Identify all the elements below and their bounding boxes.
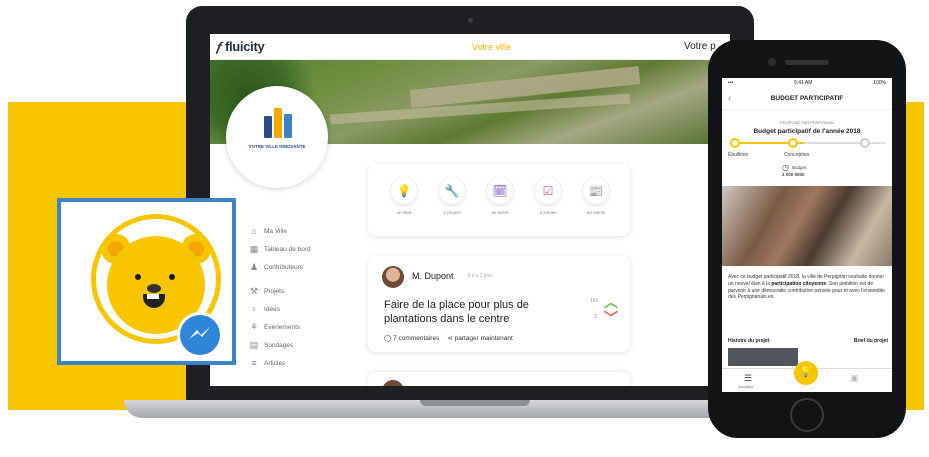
city-selector[interactable]: Votre ville <box>472 42 511 52</box>
brief-link[interactable]: Brief du projet <box>854 338 888 344</box>
bear-left-eye <box>135 274 141 280</box>
article-icon: 📰 <box>583 178 609 204</box>
event-icon: 🗓 <box>487 178 513 204</box>
post-timestamp: il y a 1 jour <box>468 273 493 279</box>
create-actions-card: 💡 an idea 🔧 a project 🗓 an event ☑ a survey … <box>368 164 630 236</box>
house-icon: ⌂ <box>251 226 257 236</box>
downvote-count: 3 <box>594 314 597 320</box>
sidebar-item-articles[interactable]: ≡ Articles <box>248 354 338 372</box>
laptop-notch <box>420 400 530 406</box>
profile-link[interactable]: Votre p <box>684 41 716 52</box>
article-icon: ≡ <box>251 358 257 368</box>
project-title: Budget participatif de l'année 2018 <box>753 128 861 135</box>
post-actions: ◯ 7 commentaires ⋖ partager maintenant <box>384 334 513 342</box>
sidebar-item-contributors[interactable]: ♟ Contributeurs <box>248 258 338 276</box>
sidebar-item-ideas[interactable]: ♀ Idées <box>248 300 338 318</box>
share-icon: ⋖ <box>447 335 453 342</box>
project-photo <box>722 186 892 266</box>
avatar[interactable] <box>382 266 404 288</box>
comments-button[interactable]: ◯ 7 commentaires <box>384 334 439 342</box>
bear-tooth <box>147 294 159 299</box>
sidebar: ⌂ Ma Ville ▦ Tableau de bord ♟ Contributeur… <box>248 222 338 372</box>
home-button[interactable] <box>790 398 824 432</box>
budget-badge: ◷ Budget 1 000 000€ <box>782 163 807 178</box>
fluicity-logo[interactable]: ƒfluicity <box>214 39 264 54</box>
project-owner: PROPOSÉ PAR PERPIGNAN <box>780 120 834 125</box>
create-article-button[interactable]: 📰 an article <box>574 178 618 215</box>
create-survey-button[interactable]: ☑ a survey <box>526 178 570 215</box>
event-icon: ⚘ <box>249 321 259 332</box>
sidebar-item-projects[interactable]: ⚒ Projets <box>248 282 338 300</box>
create-event-button[interactable]: 🗓 an event <box>478 178 522 215</box>
project-links: Histoire du projet Brief du projet <box>728 338 888 344</box>
phone-camera <box>768 58 776 66</box>
piggy-bank-icon: ◷ <box>782 163 789 172</box>
lightbulb-icon: ♀ <box>250 304 258 314</box>
project-description: Avec ce budget participatif 2018, la vil… <box>728 274 885 301</box>
comment-icon: ◯ <box>384 335 392 342</box>
phone-screen: ••• 9:41 AM 100% ‹ BUDGET PARTICIPATIF P… <box>722 78 892 392</box>
idea-post-card[interactable]: M. Dupont il y a 1 jour Faire de la plac… <box>368 256 630 352</box>
laptop-screen: ƒfluicity Votre ville Votre p VOTRE VILL… <box>210 34 730 386</box>
history-link[interactable]: Histoire du projet <box>728 338 769 344</box>
step-dot-1 <box>730 138 740 148</box>
top-bar: ƒfluicity Votre ville Votre p <box>210 34 730 60</box>
step-dot-3 <box>860 138 870 148</box>
profile-tab-icon[interactable]: ▣ <box>850 373 859 384</box>
city-logo-label: VOTRE VILLE INNOVANTE <box>248 144 306 149</box>
bear-right-eye <box>169 274 175 280</box>
next-post-card[interactable] <box>368 372 630 386</box>
news-tab-label: Actualités <box>738 385 754 389</box>
app-icon-card <box>57 198 236 365</box>
dashboard-icon: ▦ <box>249 243 259 254</box>
post-author[interactable]: M. Dupont <box>412 271 454 281</box>
share-button[interactable]: ⋖ partager maintenant <box>447 334 512 342</box>
news-tab-icon[interactable]: ☰ <box>744 373 752 384</box>
lightbulb-icon: 💡 <box>391 178 417 204</box>
upvote-count: 162 <box>590 298 599 304</box>
step-label-1: Ébullition <box>728 152 749 158</box>
bottom-tab-bar: ☰ Actualités 💡 ▣ <box>722 361 892 392</box>
city-logo-circle: VOTRE VILLE INNOVANTE <box>226 86 328 188</box>
bear-nose <box>147 284 161 293</box>
post-text: Faire de la place pour plus de plantatio… <box>384 299 529 325</box>
wrench-icon: 🔧 <box>439 178 465 204</box>
lightbulb-tab-icon[interactable]: 💡 <box>794 361 818 385</box>
laptop-camera <box>468 18 473 23</box>
wrench-icon: ⚒ <box>249 285 259 296</box>
step-dot-2 <box>788 138 798 148</box>
phone-speaker <box>785 60 829 65</box>
poll-icon: ☑ <box>535 178 561 204</box>
user-icon: ♟ <box>249 261 259 272</box>
poll-icon: ▤ <box>249 339 259 350</box>
create-idea-button[interactable]: 💡 an idea <box>382 178 426 215</box>
step-label-2: Conception <box>784 152 810 158</box>
messenger-icon <box>177 312 223 358</box>
sidebar-item-dashboard[interactable]: ▦ Tableau de bord <box>248 240 338 258</box>
status-bar: ••• 9:41 AM 100% <box>728 80 886 86</box>
promo-stage: ƒfluicity Votre ville Votre p VOTRE VILL… <box>0 0 929 457</box>
sidebar-item-ma-ville[interactable]: ⌂ Ma Ville <box>248 222 338 240</box>
downvote-chevron-icon[interactable]: ﹀ <box>604 308 618 328</box>
back-chevron-icon[interactable]: ‹ <box>728 90 731 108</box>
create-project-button[interactable]: 🔧 a project <box>430 178 474 215</box>
page-title: ‹ BUDGET PARTICIPATIF <box>722 90 892 110</box>
sidebar-item-events[interactable]: ⚘ Evénements <box>248 318 338 336</box>
history-thumbnail[interactable] <box>728 348 798 366</box>
avatar <box>382 380 404 386</box>
sidebar-item-polls[interactable]: ▤ Sondages <box>248 336 338 354</box>
